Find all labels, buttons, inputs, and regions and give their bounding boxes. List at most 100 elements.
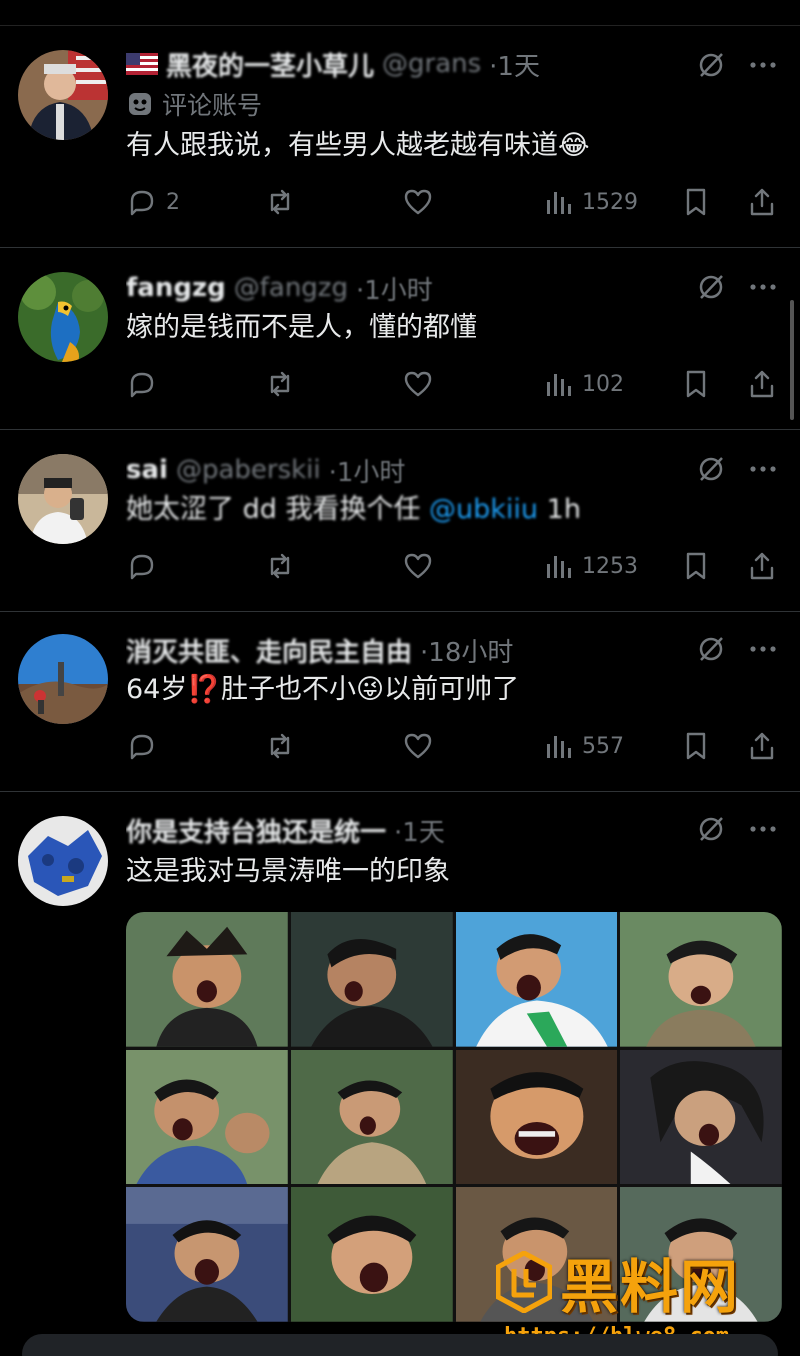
views-button[interactable]: 1529	[542, 182, 638, 222]
more-icon[interactable]	[748, 814, 778, 844]
avatar[interactable]	[18, 272, 108, 362]
action-bar: 557	[126, 726, 778, 766]
post-time[interactable]: ·1天	[394, 812, 445, 848]
display-name[interactable]: 你是支持台独还是统一	[126, 812, 386, 848]
post-text: 这是我对马景涛唯一的印象	[126, 856, 450, 887]
us-flag-icon	[126, 53, 158, 75]
reply-icon	[130, 190, 154, 216]
user-handle[interactable]: @grans	[382, 49, 481, 79]
more-icon[interactable]	[748, 454, 778, 484]
share-button[interactable]	[746, 364, 778, 404]
share-icon	[750, 552, 774, 580]
media-photo[interactable]	[126, 1049, 288, 1185]
display-name[interactable]: 黑夜的一茎小草儿	[166, 46, 374, 82]
bookmark-button[interactable]	[680, 546, 712, 586]
avatar[interactable]	[18, 816, 108, 906]
more-icon[interactable]	[748, 634, 778, 664]
like-button[interactable]	[402, 726, 442, 766]
post-header: 黑夜的一茎小草儿 @grans ·1天	[126, 46, 670, 82]
account-badge: 评论账号	[126, 86, 262, 122]
avatar[interactable]	[18, 634, 108, 724]
avatar[interactable]	[18, 50, 108, 140]
grok-slash-icon[interactable]	[696, 454, 726, 484]
media-photo[interactable]	[126, 912, 288, 1047]
media-photo[interactable]	[620, 912, 782, 1047]
display-name[interactable]: sai	[126, 455, 168, 485]
views-count: 557	[582, 733, 624, 759]
post-text: 她太涩了 dd 我看换个任 @ubkiiu 1h	[126, 492, 770, 528]
mask-icon	[129, 93, 151, 115]
share-icon	[750, 370, 774, 398]
media-photo[interactable]	[455, 912, 618, 1047]
reply-button[interactable]: 2	[126, 182, 180, 222]
reply-button[interactable]	[126, 546, 166, 586]
post-time[interactable]: ·18小时	[420, 632, 513, 668]
post-text-main: 她太涩了 dd 我看换个任	[126, 494, 421, 525]
user-handle[interactable]: @fangzg	[234, 273, 348, 303]
reply-icon	[130, 554, 154, 580]
grok-slash-icon[interactable]	[696, 814, 726, 844]
site-logo-icon	[496, 1251, 552, 1313]
post-2[interactable]: fangzg @fangzg ·1小时 嫁的是钱而不是人，懂的都懂 102	[0, 248, 800, 430]
views-count: 1253	[582, 553, 638, 579]
action-bar: 102	[126, 364, 778, 404]
share-icon	[750, 732, 774, 760]
media-photo[interactable]	[455, 1049, 618, 1185]
views-button[interactable]: 557	[542, 726, 624, 766]
mention-link[interactable]: @ubkiiu	[429, 494, 538, 525]
repost-icon	[270, 553, 290, 579]
display-name[interactable]: 消灭共匪、走向民主自由	[126, 632, 412, 668]
grok-slash-icon[interactable]	[696, 634, 726, 664]
bookmark-button[interactable]	[680, 364, 712, 404]
account-badge-label: 评论账号	[162, 91, 263, 120]
bookmark-button[interactable]	[680, 182, 712, 222]
media-photo[interactable]	[290, 1187, 453, 1322]
reply-button[interactable]	[126, 726, 166, 766]
reply-button[interactable]	[126, 364, 166, 404]
more-icon[interactable]	[748, 272, 778, 302]
post-4[interactable]: 消灭共匪、走向民主自由 ·18小时 64岁⁉️肚子也不小😜以前可帅了 557	[0, 612, 800, 792]
post-3[interactable]: sai @paberskii ·1小时 她太涩了 dd 我看换个任 @ubkii…	[0, 430, 800, 612]
media-photo[interactable]	[620, 1049, 782, 1185]
post-time[interactable]: ·1小时	[329, 452, 406, 488]
repost-button[interactable]	[264, 364, 304, 404]
reply-icon	[130, 734, 154, 760]
share-button[interactable]	[746, 726, 778, 766]
post-time[interactable]: ·1小时	[356, 270, 433, 306]
like-button[interactable]	[402, 182, 442, 222]
repost-icon	[270, 733, 290, 759]
grok-slash-icon[interactable]	[696, 50, 726, 80]
bookmark-button[interactable]	[680, 726, 712, 766]
views-button[interactable]: 1253	[542, 546, 638, 586]
post-time[interactable]: ·1天	[489, 46, 540, 82]
reply-input-bar[interactable]	[22, 1334, 778, 1356]
media-photo[interactable]	[126, 1187, 288, 1322]
views-count: 1529	[582, 189, 638, 215]
media-photo[interactable]	[290, 1049, 453, 1185]
repost-button[interactable]	[264, 182, 304, 222]
share-button[interactable]	[746, 182, 778, 222]
like-button[interactable]	[402, 546, 442, 586]
views-button[interactable]: 102	[542, 364, 624, 404]
repost-button[interactable]	[264, 726, 304, 766]
media-photo[interactable]	[290, 912, 453, 1047]
post-1[interactable]: 黑夜的一茎小草儿 @grans ·1天 评论账号 有人跟我说，有些男人越老越有味…	[0, 26, 800, 248]
like-icon	[404, 189, 432, 215]
top-edge	[0, 0, 800, 26]
post-header: 你是支持台独还是统一 ·1天	[126, 812, 670, 848]
watermark-title: 黑料网	[560, 1253, 741, 1321]
avatar[interactable]	[18, 454, 108, 544]
reply-icon	[130, 372, 154, 398]
post-text: 有人跟我说，有些男人越老越有味道😂	[126, 130, 590, 161]
views-icon	[547, 556, 571, 578]
like-icon	[404, 371, 432, 397]
more-icon[interactable]	[748, 50, 778, 80]
repost-button[interactable]	[264, 546, 304, 586]
user-handle[interactable]: @paberskii	[176, 455, 321, 485]
display-name[interactable]: fangzg	[126, 273, 226, 303]
share-icon	[750, 188, 774, 216]
share-button[interactable]	[746, 546, 778, 586]
grok-slash-icon[interactable]	[696, 272, 726, 302]
like-button[interactable]	[402, 364, 442, 404]
post-text: 嫁的是钱而不是人，懂的都懂	[126, 312, 477, 343]
